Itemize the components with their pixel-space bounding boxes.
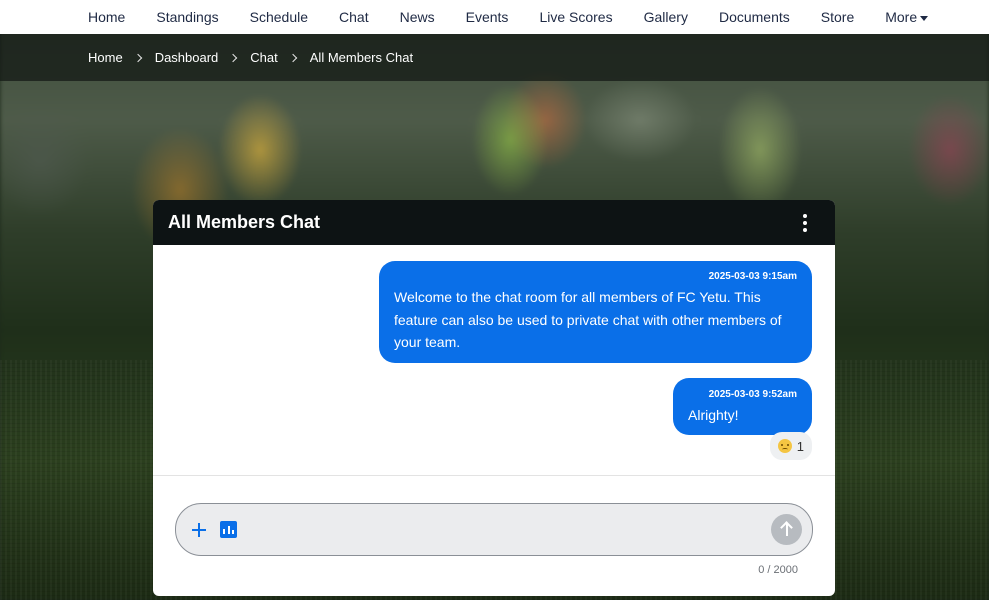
caret-down-icon	[920, 15, 929, 21]
chevron-right-icon	[133, 53, 142, 62]
message-text: Welcome to the chat room for all members…	[394, 289, 782, 350]
nav-home[interactable]: Home	[88, 9, 125, 25]
nav-news[interactable]: News	[400, 9, 435, 25]
message-bubble: 2025-03-03 9:15am Welcome to the chat ro…	[379, 261, 812, 363]
chevron-right-icon	[229, 53, 238, 62]
character-counter: 0 / 2000	[758, 564, 798, 576]
breadcrumb-dashboard[interactable]: Dashboard	[155, 50, 219, 65]
nav-chat[interactable]: Chat	[339, 9, 369, 25]
chat-header: All Members Chat	[153, 200, 835, 245]
top-navigation: Home Standings Schedule Chat News Events…	[0, 0, 989, 34]
message-timestamp: 2025-03-03 9:15am	[708, 271, 797, 282]
nav-documents[interactable]: Documents	[719, 9, 790, 25]
breadcrumb-home[interactable]: Home	[88, 50, 123, 65]
breadcrumb: Home Dashboard Chat All Members Chat	[0, 34, 989, 81]
add-attachment-icon[interactable]	[190, 521, 208, 539]
send-arrow-up-icon[interactable]	[771, 514, 802, 545]
chat-title: All Members Chat	[168, 212, 321, 232]
message-list: 2025-03-03 9:15am Welcome to the chat ro…	[153, 245, 835, 476]
breadcrumb-chat[interactable]: Chat	[250, 50, 277, 65]
nav-schedule[interactable]: Schedule	[250, 9, 308, 25]
message-text: Alrighty!	[688, 407, 739, 423]
nav-more-label: More	[885, 9, 918, 25]
nav-live-scores[interactable]: Live Scores	[539, 9, 612, 25]
message-composer	[175, 503, 813, 556]
reaction-count: 1	[796, 438, 804, 454]
nav-gallery[interactable]: Gallery	[644, 9, 688, 25]
nav-standings[interactable]: Standings	[156, 9, 218, 25]
message-bubble: 2025-03-03 9:52am Alrighty!	[673, 378, 812, 435]
chat-card: All Members Chat 2025-03-03 9:15am Welco…	[153, 200, 835, 596]
message-timestamp: 2025-03-03 9:52am	[708, 389, 797, 400]
message-input[interactable]	[237, 504, 771, 555]
more-options-icon[interactable]	[799, 212, 811, 234]
nav-more[interactable]: More	[885, 9, 929, 25]
nav-events[interactable]: Events	[466, 9, 509, 25]
nav-store[interactable]: Store	[821, 9, 854, 25]
reaction-badge[interactable]: 1	[769, 432, 812, 460]
breadcrumb-current: All Members Chat	[309, 50, 414, 65]
chevron-right-icon	[288, 53, 298, 62]
poll-chart-icon[interactable]	[220, 521, 237, 538]
frowning-face-emoji-icon	[777, 439, 792, 453]
